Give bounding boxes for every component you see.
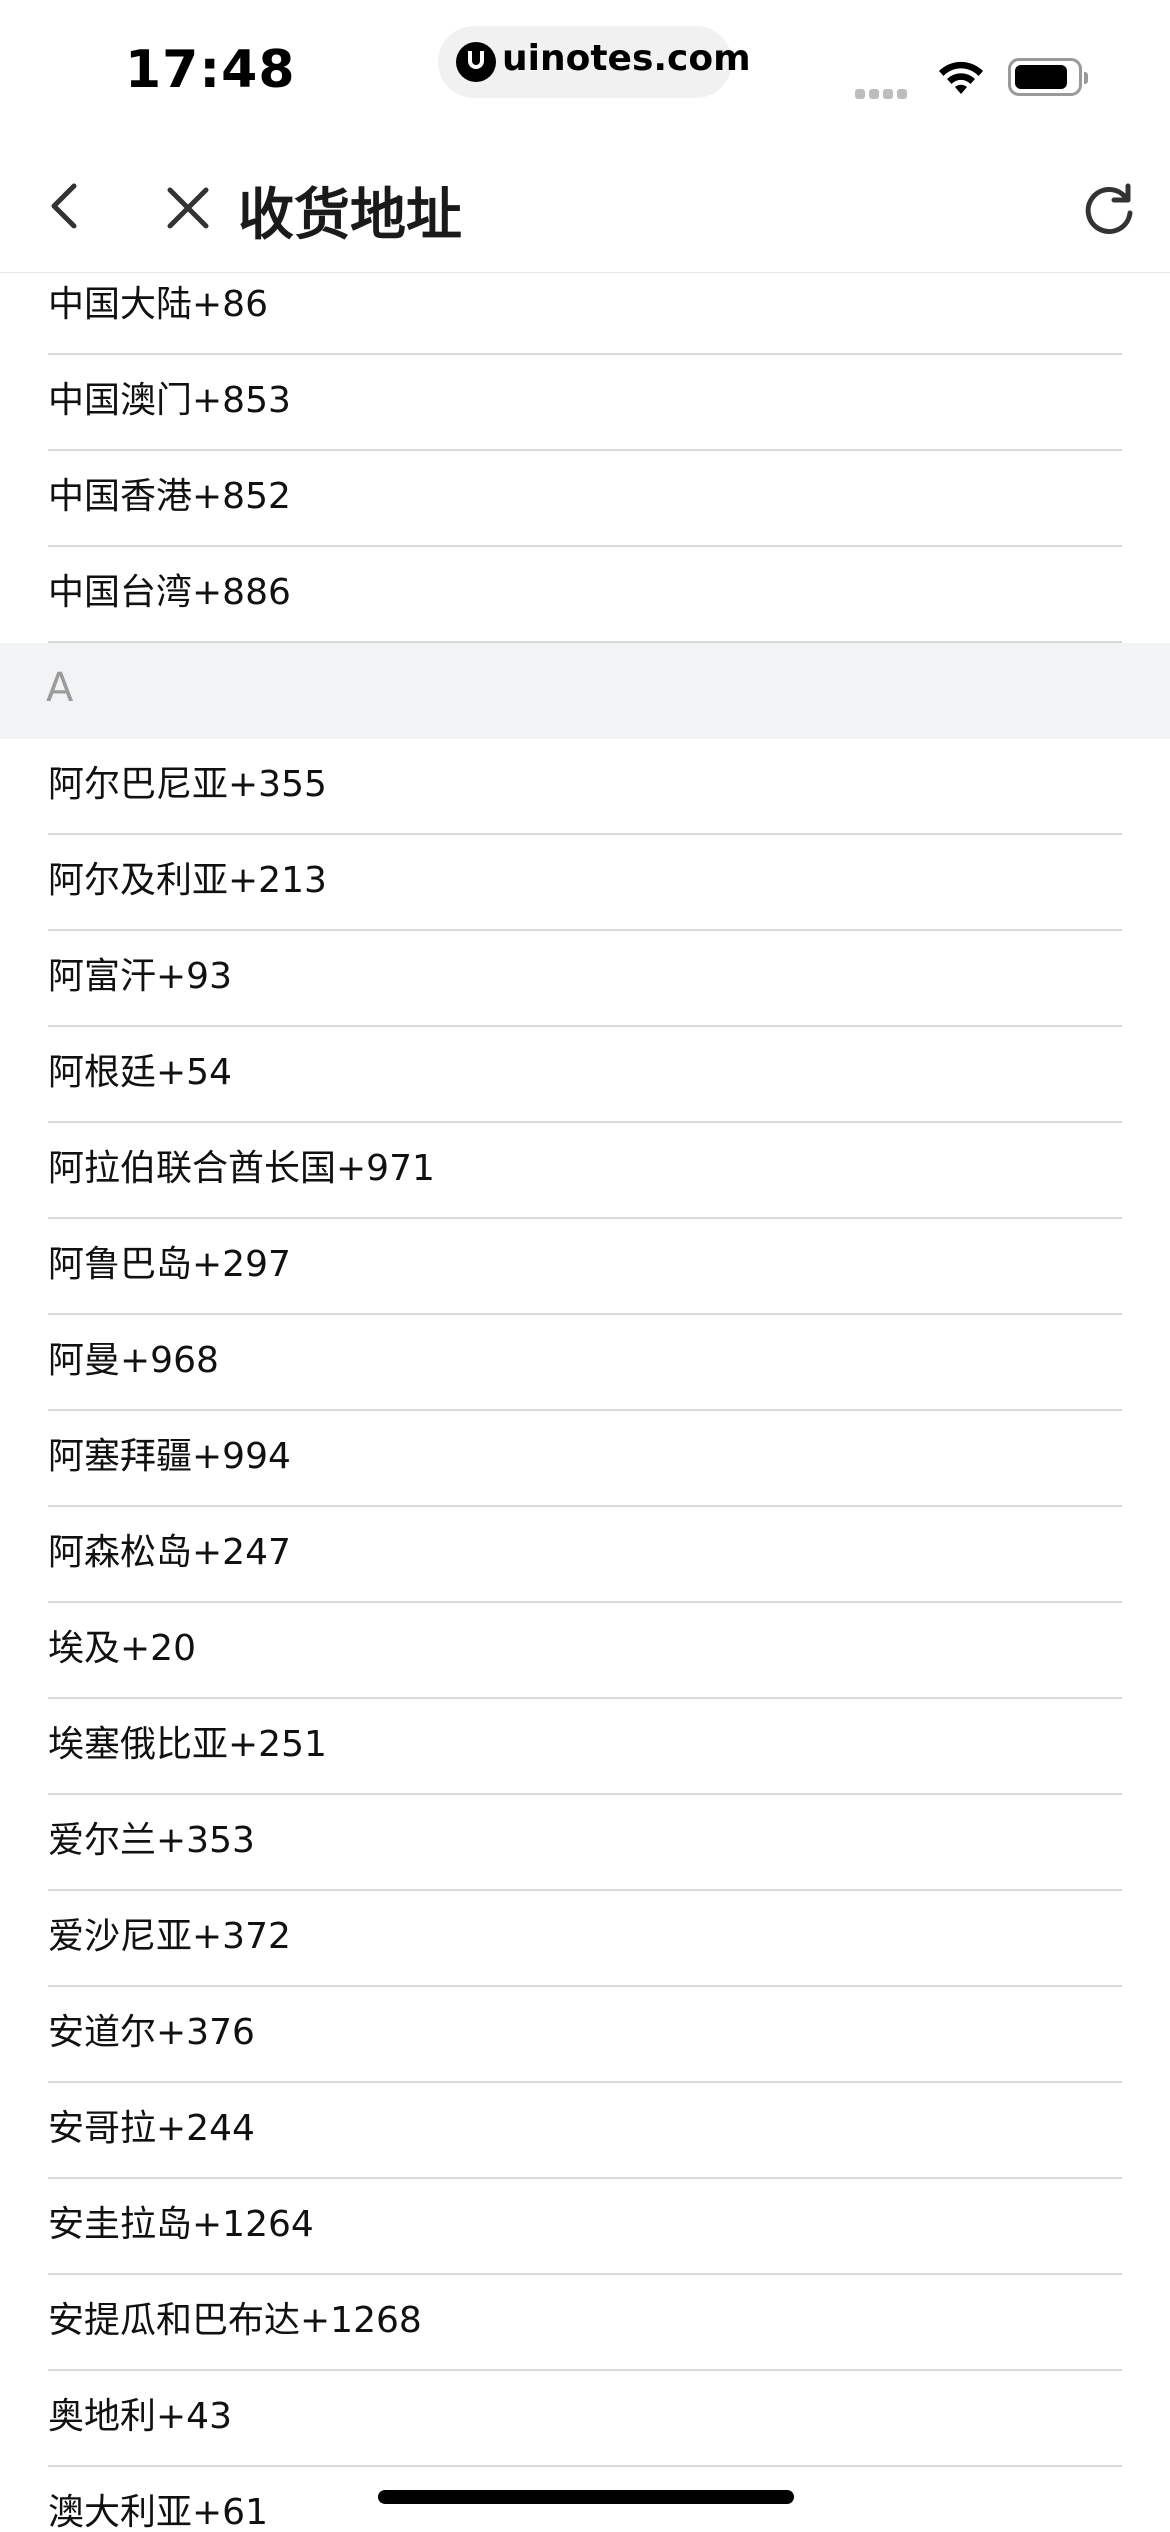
list-item-label: 阿尔及利亚+213 <box>48 860 327 901</box>
list-item-label: 安圭拉岛+1264 <box>48 2204 314 2245</box>
status-bar: 17:48 uinotes.com <box>0 0 1170 140</box>
list-item-label: 奥地利+43 <box>48 2396 232 2437</box>
screen: 17:48 uinotes.com 收货地址 中国大陆+86 中国澳门+853 … <box>0 0 1170 2532</box>
home-indicator[interactable] <box>378 2490 794 2504</box>
site-logo-icon <box>456 42 496 82</box>
list-item-label: 阿根廷+54 <box>48 1052 232 1093</box>
list-item[interactable]: 安提瓜和巴布达+1268 <box>48 2275 1122 2371</box>
status-time: 17:48 <box>125 40 296 100</box>
chevron-left-icon[interactable] <box>40 176 96 236</box>
page-title: 收货地址 <box>238 183 462 248</box>
list-item[interactable]: 埃及+20 <box>48 1603 1122 1699</box>
cellular-signal-icon <box>855 84 915 99</box>
list-item-label: 中国香港+852 <box>48 476 291 517</box>
list-item-label: 爱沙尼亚+372 <box>48 1916 291 1957</box>
list-item[interactable]: 中国大陆+86 <box>48 273 1122 355</box>
list-item[interactable]: 阿拉伯联合酋长国+971 <box>48 1123 1122 1219</box>
list-item[interactable]: 阿森松岛+247 <box>48 1507 1122 1603</box>
list-item[interactable]: 安哥拉+244 <box>48 2083 1122 2179</box>
wifi-icon <box>939 61 983 94</box>
list-item[interactable]: 阿曼+968 <box>48 1315 1122 1411</box>
url-pill[interactable]: uinotes.com <box>438 26 751 98</box>
list-item-label: 安哥拉+244 <box>48 2108 255 2149</box>
list-item-label: 埃塞俄比亚+251 <box>48 1724 327 1765</box>
close-icon[interactable] <box>162 182 214 234</box>
list-item[interactable]: 中国台湾+886 <box>48 547 1122 643</box>
list-item[interactable]: 中国香港+852 <box>48 451 1122 547</box>
nav-bar: 收货地址 <box>0 140 1170 273</box>
list-item-label: 阿尔巴尼亚+355 <box>48 764 327 805</box>
list-item[interactable]: 安圭拉岛+1264 <box>48 2179 1122 2275</box>
list-item[interactable]: 阿尔及利亚+213 <box>48 835 1122 931</box>
list-item-label: 阿富汗+93 <box>48 956 232 997</box>
list-item[interactable]: 埃塞俄比亚+251 <box>48 1699 1122 1795</box>
list-item[interactable]: 中国澳门+853 <box>48 355 1122 451</box>
list-item-label: 阿曼+968 <box>48 1340 219 1381</box>
list-item-label: 澳大利亚+61 <box>48 2492 268 2532</box>
list-item[interactable]: 阿鲁巴岛+297 <box>48 1219 1122 1315</box>
list-item[interactable]: 阿富汗+93 <box>48 931 1122 1027</box>
list-item[interactable]: 爱沙尼亚+372 <box>48 1891 1122 1987</box>
list-item-label: 阿拉伯联合酋长国+971 <box>48 1148 435 1189</box>
list-item-label: 埃及+20 <box>48 1628 196 1669</box>
section-header-a: A <box>0 643 1170 739</box>
list-item-label: 阿森松岛+247 <box>48 1532 291 1573</box>
battery-icon <box>1008 58 1088 96</box>
list-item[interactable]: 安道尔+376 <box>48 1987 1122 2083</box>
list-item-label: 中国澳门+853 <box>48 380 291 421</box>
section-header-label: A <box>46 665 74 711</box>
list-item-label: 中国台湾+886 <box>48 572 291 613</box>
list-item-label: 安提瓜和巴布达+1268 <box>48 2300 422 2341</box>
list-item[interactable]: 阿根廷+54 <box>48 1027 1122 1123</box>
list-item[interactable]: 阿尔巴尼亚+355 <box>48 739 1122 835</box>
list-item-label: 阿塞拜疆+994 <box>48 1436 291 1477</box>
list-item-label: 中国大陆+86 <box>48 284 268 325</box>
country-code-list: 中国大陆+86 中国澳门+853 中国香港+852 中国台湾+886 A 阿尔巴… <box>0 273 1170 2532</box>
url-text: uinotes.com <box>502 38 751 79</box>
list-item-label: 安道尔+376 <box>48 2012 255 2053</box>
list-item[interactable]: 阿塞拜疆+994 <box>48 1411 1122 1507</box>
list-item-label: 阿鲁巴岛+297 <box>48 1244 291 1285</box>
list-item[interactable]: 奥地利+43 <box>48 2371 1122 2467</box>
list-item-label: 爱尔兰+353 <box>48 1820 255 1861</box>
refresh-icon[interactable] <box>1080 180 1138 238</box>
list-item[interactable]: 爱尔兰+353 <box>48 1795 1122 1891</box>
